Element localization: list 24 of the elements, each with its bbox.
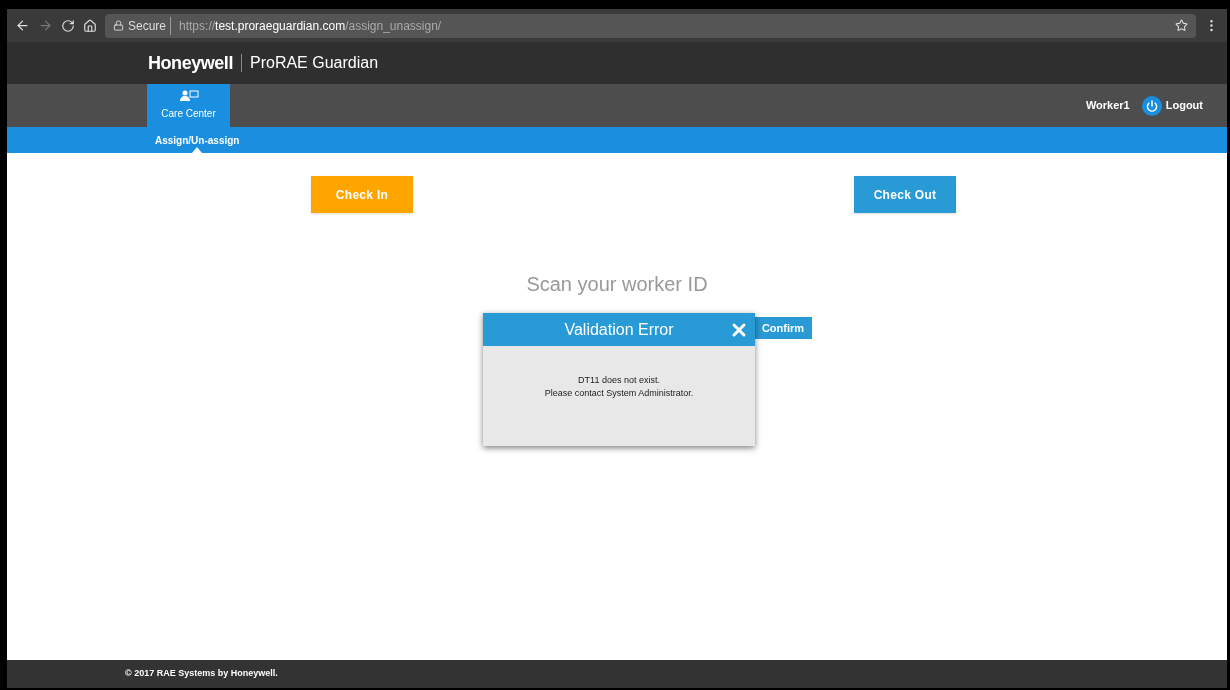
lock-icon [113,20,124,31]
user-name: Worker1 [1085,98,1130,114]
dialog-title: Validation Error [564,319,674,340]
brand-logo: Honeywell [148,51,233,75]
confirm-button[interactable]: Confirm [753,317,813,339]
url-text: https://test.proraeguardian.com/assign_unassign/ [178,17,442,35]
product-title: ProRAE Guardian [250,53,379,73]
nav-tab[interactable]: Care Center [147,84,230,127]
back-icon[interactable] [15,18,30,33]
check-out-button[interactable]: Check Out [854,176,956,213]
check-in-button[interactable]: Check In [311,176,413,213]
bookmark-star-icon[interactable] [1175,19,1188,32]
subnav-item[interactable]: Assign/Un-assign [155,127,240,153]
care-center-icon [178,90,199,102]
address-bar[interactable]: Secure https://test.proraeguardian.com/assign_unassign/ [105,13,1196,38]
error-message: DT11 does not exist. Please contact System Administrator. [543,374,695,400]
scan-title: Scan your worker ID [526,272,708,297]
security-label: Secure [128,16,172,35]
home-icon[interactable] [83,18,97,33]
forward-icon[interactable] [38,18,53,33]
reload-icon[interactable] [61,18,75,33]
logout-button[interactable]: Logout [1141,95,1203,116]
footer-copyright: © 2017 RAE Systems by Honeywell. [125,667,278,681]
power-icon [1141,95,1162,116]
